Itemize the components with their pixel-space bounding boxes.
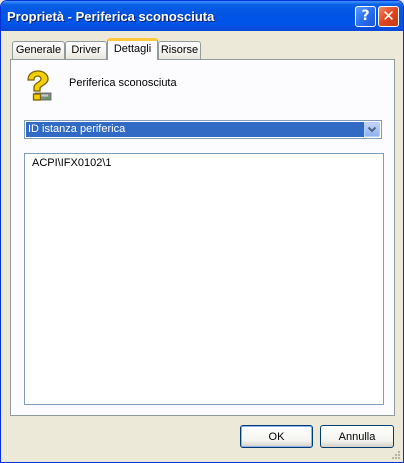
device-name-label: Periferica sconosciuta — [69, 77, 177, 89]
ok-button[interactable]: OK — [240, 425, 313, 448]
property-dropdown[interactable]: ID istanza periferica — [24, 120, 382, 139]
dropdown-button[interactable] — [364, 122, 380, 137]
list-item[interactable]: ACPI\IFX0102\1 — [32, 157, 112, 169]
help-button[interactable]: ? — [355, 6, 376, 27]
tab-driver[interactable]: Driver — [65, 41, 107, 59]
title-bar[interactable]: Proprietà - Periferica sconosciuta ? ✕ — [1, 1, 403, 31]
tab-dettagli[interactable]: Dettagli — [107, 38, 158, 60]
cancel-button[interactable]: Annulla — [320, 425, 394, 448]
close-icon: ✕ — [382, 7, 395, 25]
window-title: Proprietà - Periferica sconosciuta — [7, 9, 215, 24]
question-mark-device-icon — [27, 70, 52, 101]
close-button[interactable]: ✕ — [378, 6, 399, 27]
help-icon: ? — [361, 8, 370, 24]
properties-dialog: Proprietà - Periferica sconosciuta ? ✕ G… — [0, 0, 404, 463]
property-values-list[interactable]: ACPI\IFX0102\1 — [24, 153, 384, 405]
chevron-down-icon — [367, 126, 377, 133]
tab-risorse[interactable]: Risorse — [158, 41, 201, 59]
property-dropdown-value: ID istanza periferica — [26, 122, 364, 137]
tab-generale[interactable]: Generale — [12, 41, 65, 59]
resize-grip-icon[interactable] — [391, 450, 401, 460]
